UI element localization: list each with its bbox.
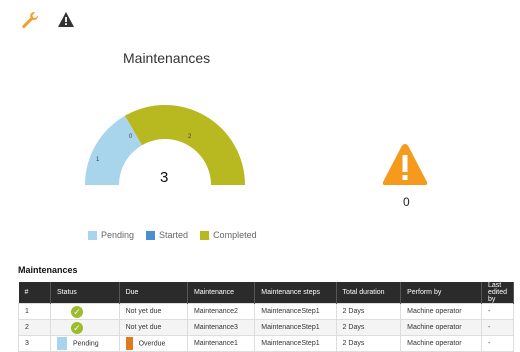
col-last-edited[interactable]: Last edited by: [481, 282, 515, 304]
alert-count: 0: [403, 195, 410, 209]
legend-pending[interactable]: Pending: [88, 230, 134, 240]
due-label: Overdue: [138, 340, 166, 348]
gauge-legend: Pending Started Completed: [88, 230, 257, 240]
wrench-icon[interactable]: [20, 10, 40, 30]
col-perform-by[interactable]: Perform by: [400, 282, 482, 304]
gauge-segment-completed: [125, 104, 245, 185]
table-title: Maintenances: [18, 265, 78, 275]
legend-completed[interactable]: Completed: [200, 230, 257, 240]
maintenance-table: # Status Due Maintenance Maintenance ste…: [18, 282, 515, 352]
warning-triangle-icon: [382, 144, 428, 185]
table-row[interactable]: 2 ✓ Not yet due Maintenance3 Maintenance…: [18, 319, 515, 336]
table-row[interactable]: 3 Pending Overdue Maintenance1 Maintenan…: [18, 335, 515, 352]
status-label: Pending: [72, 340, 99, 348]
col-steps[interactable]: Maintenance steps: [254, 282, 337, 304]
warning-icon[interactable]: [58, 12, 74, 27]
pending-status-swatch: [56, 337, 67, 350]
col-duration[interactable]: Total duration: [336, 282, 402, 304]
overdue-swatch: [125, 337, 133, 350]
completed-check-icon: ✓: [70, 305, 83, 318]
col-number[interactable]: #: [18, 282, 51, 304]
completed-check-icon: ✓: [70, 321, 83, 334]
col-status[interactable]: Status: [50, 282, 120, 304]
gauge-title: Maintenances: [123, 50, 211, 66]
table-row[interactable]: 1 ✓ Not yet due Maintenance2 Maintenance…: [18, 303, 515, 320]
table-header-row: # Status Due Maintenance Maintenance ste…: [18, 282, 515, 304]
legend-started[interactable]: Started: [146, 230, 188, 240]
gauge-center-value: 3: [160, 169, 168, 186]
col-maintenance[interactable]: Maintenance: [187, 282, 256, 304]
col-due[interactable]: Due: [119, 282, 188, 304]
maintenance-gauge: 1 0 2 3: [85, 104, 245, 186]
